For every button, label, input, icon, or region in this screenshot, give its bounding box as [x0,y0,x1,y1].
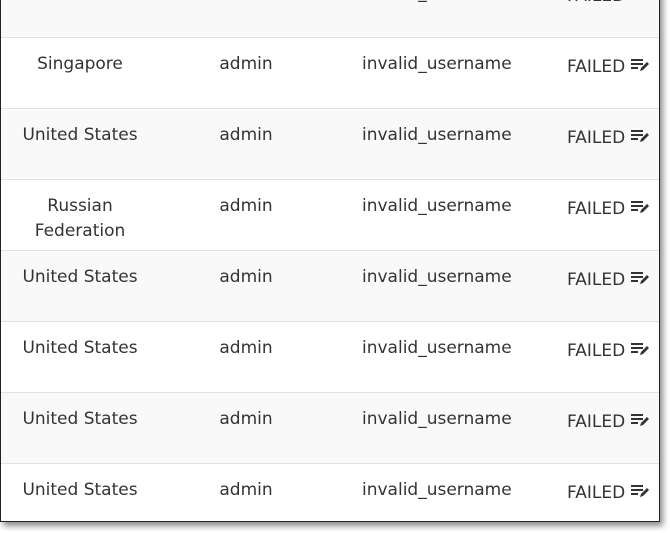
country-cell: United States [22,338,138,358]
reason-cell: invalid_username [362,0,512,6]
reason-cell: invalid_username [362,196,512,216]
reason-cell: invalid_username [362,409,512,429]
notes-edit-icon[interactable] [631,197,650,222]
status-cell: FAILED [567,126,650,151]
status-text: FAILED [567,483,626,503]
status-cell: FAILED [567,197,650,222]
status-text: FAILED [567,128,626,148]
country-cell: United States [22,125,138,145]
notes-edit-icon[interactable] [631,55,650,80]
username-cell: admin [196,0,296,6]
table-row: United States admin invalid_username FAILED [1,109,659,180]
notes-edit-icon[interactable] [631,0,649,9]
status-cell: FAILED [567,268,650,293]
notes-edit-icon[interactable] [631,126,650,151]
country-cell: United States [22,409,138,429]
country-cell: Singapore [37,54,123,74]
status-cell: FAILED [567,339,650,364]
reason-cell: invalid_username [362,125,512,145]
username-cell: admin [219,125,273,145]
country-cell: United States [22,267,138,287]
status-text: FAILED [567,341,626,361]
table-row: United States admin invalid_username FAILED [1,0,659,38]
country-cell: United States [22,480,138,500]
username-cell: admin [219,196,273,216]
table-row: United States admin invalid_username FAILED [1,251,659,322]
notes-edit-icon[interactable] [631,339,650,364]
username-cell: admin [219,54,273,74]
reason-cell: invalid_username [362,338,512,358]
reason-cell: invalid_username [362,480,512,500]
table-row: United States admin invalid_username FAILED [1,393,659,464]
status-text: FAILED [567,199,626,219]
table-row: United States admin invalid_username FAILED [1,464,659,521]
username-cell: admin [219,409,273,429]
login-attempts-table: United States admin invalid_username FAILED… [0,0,660,522]
notes-edit-icon[interactable] [631,481,650,506]
username-cell: admin [219,338,273,358]
notes-edit-icon[interactable] [631,410,650,435]
status-text: FAILED [567,57,626,77]
country-cell: United States [1,0,159,6]
status-cell: FAILED [567,410,650,435]
status-cell: FAILED [567,0,649,9]
table-row: Russian Federation admin invalid_username F… [1,180,659,251]
username-cell: admin [219,480,273,500]
notes-edit-icon[interactable] [631,268,650,293]
status-text: FAILED [567,270,626,290]
status-text: FAILED [567,0,625,9]
status-cell: FAILED [567,481,650,506]
reason-cell: invalid_username [362,267,512,287]
username-cell: admin [219,267,273,287]
table-row: Singapore admin invalid_username FAILED [1,38,659,109]
reason-cell: invalid_username [362,54,512,74]
status-cell: FAILED [567,55,650,80]
status-text: FAILED [567,412,626,432]
table-row: United States admin invalid_username FAILED [1,322,659,393]
country-cell: Russian Federation [34,196,126,241]
